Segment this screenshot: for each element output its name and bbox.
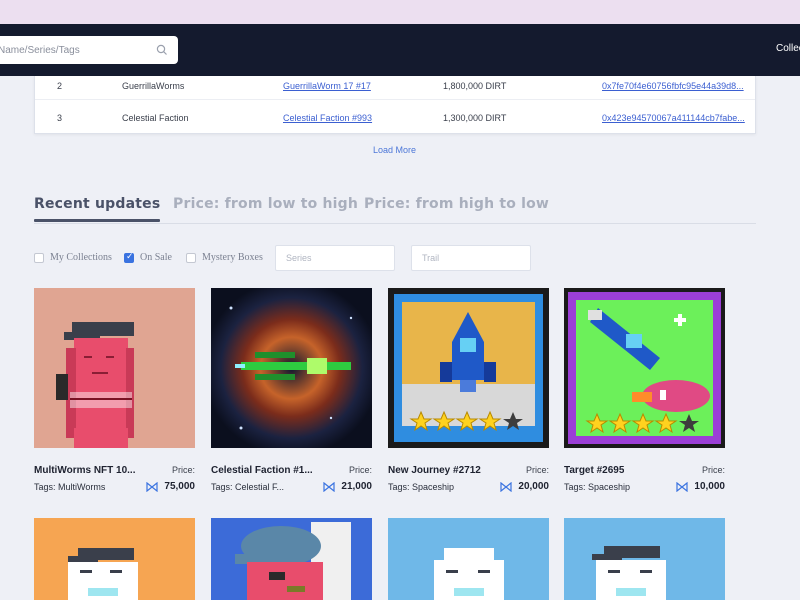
nft-artwork[interactable] <box>388 288 549 448</box>
price-value: 20,000 <box>518 481 549 492</box>
checkbox-box[interactable] <box>186 252 196 263</box>
checkbox-label: On Sale <box>140 252 172 263</box>
nft-price: 21,000 <box>323 481 372 492</box>
address-link[interactable]: 0x423e94570067a411144cb7fabe... <box>602 104 745 132</box>
nft-tags: Tags: Celestial F... <box>211 482 285 492</box>
token-icon <box>500 481 513 492</box>
nft-card[interactable] <box>388 518 549 600</box>
nft-price: 75,000 <box>146 481 195 492</box>
filter-bar: My Collections On Sale Mystery Boxes <box>34 245 756 271</box>
nav-collections-link[interactable]: Collections <box>776 43 800 54</box>
nft-link[interactable]: Celestial Faction #993 <box>283 104 372 132</box>
rocket-target-image <box>568 292 721 444</box>
checkbox-label: My Collections <box>50 252 112 263</box>
checkbox-box[interactable] <box>34 252 44 263</box>
table-row: 3 Celestial Faction Celestial Faction #9… <box>35 104 755 132</box>
nft-tags: Tags: Spaceship <box>564 482 631 492</box>
rank-cell: 2 <box>57 81 63 91</box>
nft-card[interactable] <box>211 518 372 600</box>
search-input[interactable] <box>0 37 150 63</box>
trait-filter-input[interactable] <box>411 245 531 271</box>
table-row: 2 GuerrillaWorms GuerrillaWorm 17 #17 1,… <box>35 72 755 100</box>
spaceship-nebula-image <box>211 288 372 448</box>
nft-artwork[interactable] <box>211 288 372 448</box>
my-collections-checkbox[interactable]: My Collections <box>34 252 112 263</box>
price-label: Price: <box>525 465 549 475</box>
nft-artwork[interactable] <box>564 518 725 600</box>
price-label: Price: <box>171 465 195 475</box>
price-value: 75,000 <box>164 481 195 492</box>
checkbox-label: Mystery Boxes <box>202 252 263 263</box>
nft-artwork[interactable] <box>564 288 725 448</box>
pink-worm-cap-image <box>56 322 134 448</box>
nft-price: 10,000 <box>676 481 725 492</box>
load-more-link[interactable]: Load More <box>373 145 416 155</box>
nft-tags: Tags: MultiWorms <box>34 482 106 492</box>
nft-artwork[interactable] <box>34 518 195 600</box>
tab-price-high-low[interactable]: Price: from high to low <box>364 196 549 212</box>
price-label: Price: <box>701 465 725 475</box>
rank-cell: 3 <box>57 113 63 123</box>
nft-card[interactable] <box>34 518 195 600</box>
nft-link[interactable]: GuerrillaWorm 17 #17 <box>283 72 371 100</box>
tab-price-low-high[interactable]: Price: from low to high <box>173 196 358 212</box>
tab-recent-updates[interactable]: Recent updates <box>34 196 161 222</box>
series-cell: GuerrillaWorms <box>122 81 185 91</box>
price-value: 10,000 <box>694 481 725 492</box>
token-icon <box>676 481 689 492</box>
nft-card[interactable] <box>564 518 725 600</box>
nft-name: Celestial Faction #1... <box>211 465 313 476</box>
price-cell: 1,300,000 DIRT <box>443 113 507 123</box>
nft-tags: Tags: Spaceship <box>388 482 455 492</box>
nft-name: New Journey #2712 <box>388 465 481 476</box>
top-navigation-bar: Collections <box>0 24 800 76</box>
address-link[interactable]: 0x7fe70f4e60756fbfc95e44a39d8... <box>602 72 744 100</box>
price-label: Price: <box>348 465 372 475</box>
mystery-boxes-checkbox[interactable]: Mystery Boxes <box>186 252 263 263</box>
on-sale-checkbox[interactable]: On Sale <box>124 252 172 263</box>
pink-worm-beanie-image <box>235 522 351 600</box>
nft-artwork[interactable] <box>34 288 195 448</box>
nft-price: 20,000 <box>500 481 549 492</box>
top-strip <box>0 0 800 24</box>
nft-name: Target #2695 <box>564 465 625 476</box>
token-icon <box>323 481 336 492</box>
rocket-launch-image <box>394 294 543 442</box>
white-worm-cap-image <box>592 546 666 600</box>
series-cell: Celestial Faction <box>122 113 189 123</box>
checkbox-box[interactable] <box>124 252 134 263</box>
nft-artwork[interactable] <box>211 518 372 600</box>
search-icon[interactable] <box>156 44 168 56</box>
white-worm-skyblue-image <box>434 548 504 600</box>
series-filter-input[interactable] <box>275 245 395 271</box>
price-cell: 1,800,000 DIRT <box>443 81 507 91</box>
sort-tabs: Recent updates Price: from low to high P… <box>34 196 756 224</box>
search-box[interactable] <box>0 36 178 64</box>
nft-name: MultiWorms NFT 10... <box>34 465 136 476</box>
ranking-table: 2 GuerrillaWorms GuerrillaWorm 17 #17 1,… <box>34 76 756 134</box>
price-value: 21,000 <box>341 481 372 492</box>
nft-artwork[interactable] <box>388 518 549 600</box>
token-icon <box>146 481 159 492</box>
white-worm-orange-image <box>68 548 138 600</box>
